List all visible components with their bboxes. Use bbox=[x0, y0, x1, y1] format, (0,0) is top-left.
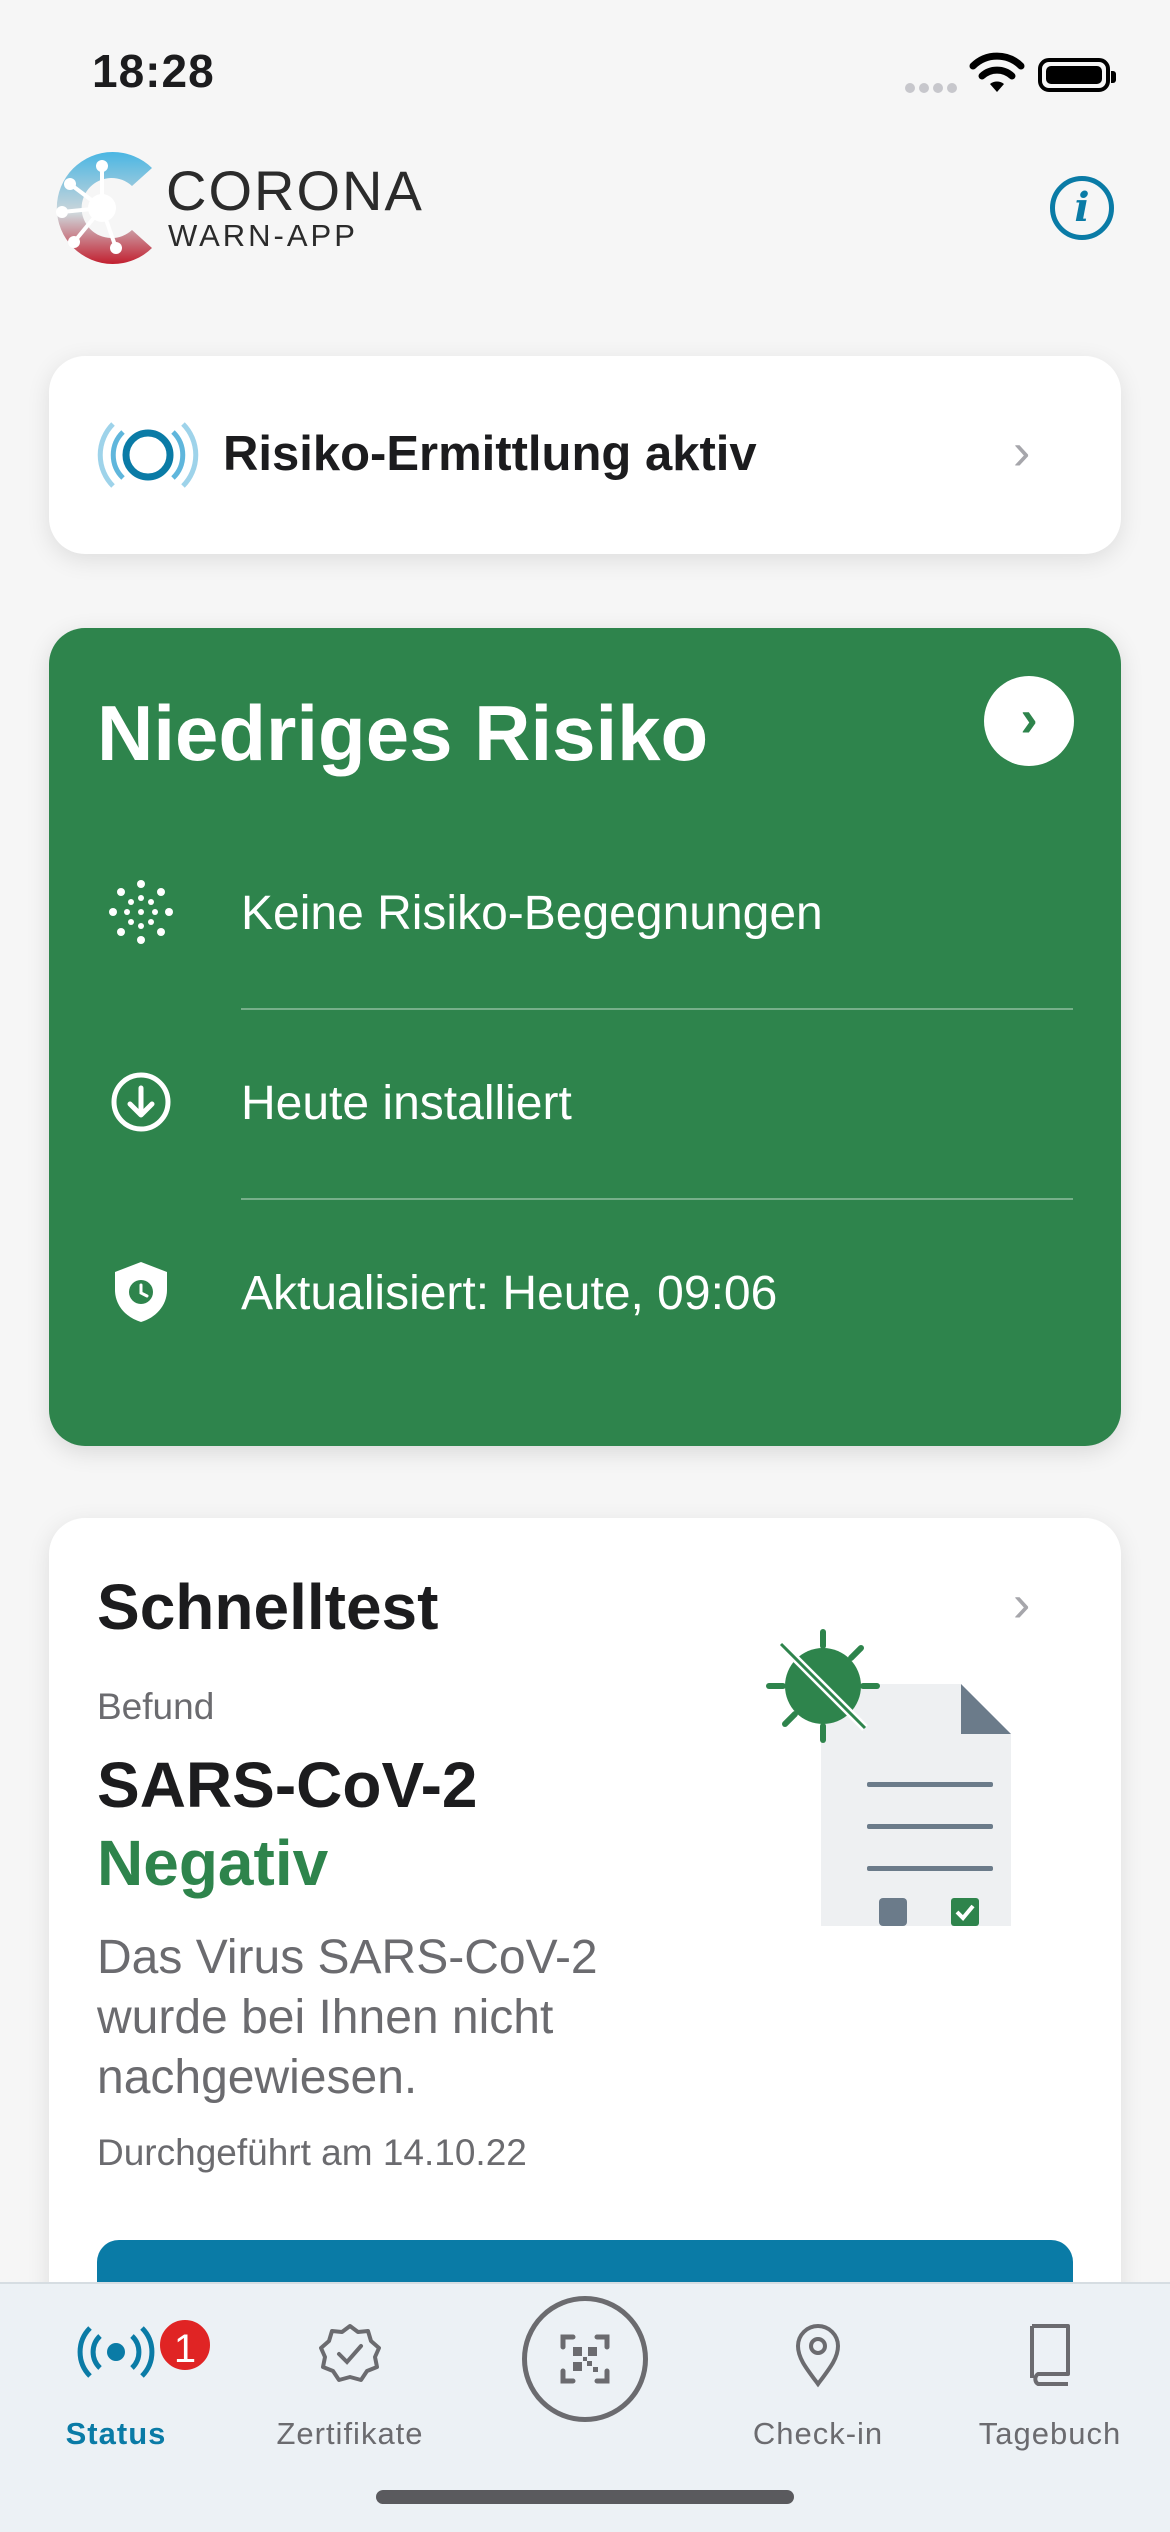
tab-label: Tagebuch bbox=[978, 2416, 1122, 2451]
risk-row-text: Aktualisiert: Heute, 09:06 bbox=[241, 1267, 778, 1320]
tracing-icon bbox=[77, 2326, 155, 2378]
risk-detection-label: Risiko-Ermittlung aktiv bbox=[223, 427, 757, 481]
shield-clock-icon bbox=[115, 1262, 167, 1322]
book-icon bbox=[1030, 2324, 1070, 2386]
risk-title: Niedriges Risiko bbox=[97, 689, 709, 777]
risk-details-button[interactable]: › bbox=[984, 676, 1074, 766]
certificate-icon bbox=[319, 2324, 381, 2382]
qr-scan-button[interactable] bbox=[522, 2296, 648, 2422]
status-time: 18:28 bbox=[92, 45, 215, 97]
location-pin-icon bbox=[795, 2324, 841, 2388]
qr-scan-icon bbox=[560, 2334, 610, 2384]
app-header: CORONA WARN-APP i bbox=[0, 140, 1170, 280]
chevron-right-icon: › bbox=[1013, 423, 1031, 481]
notification-badge: 1 bbox=[156, 2316, 214, 2374]
tab-status[interactable]: 1 Status bbox=[16, 2304, 216, 2454]
logo-subtitle: WARN-APP bbox=[168, 218, 358, 253]
test-befund-label: Befund bbox=[97, 1686, 215, 1727]
tab-tagebuch[interactable]: Tagebuch bbox=[950, 2304, 1150, 2454]
risk-row-installed: Heute installiert bbox=[49, 1010, 1121, 1200]
tab-label: Zertifikate bbox=[276, 2416, 424, 2451]
risk-row-text: Keine Risiko-Begegnungen bbox=[241, 887, 823, 940]
test-title: Schnelltest bbox=[97, 1571, 439, 1643]
test-document-illustration-icon bbox=[766, 1629, 1011, 1926]
tab-check-in[interactable]: Check-in bbox=[718, 2304, 918, 2454]
tab-label: Status bbox=[65, 2416, 167, 2451]
risk-detection-card[interactable]: Risiko-Ermittlung aktiv › bbox=[49, 356, 1121, 554]
tab-zertifikate[interactable]: Zertifikate bbox=[250, 2304, 450, 2454]
corona-warn-app-logo-icon bbox=[56, 152, 152, 264]
chevron-right-icon: › bbox=[1013, 1575, 1031, 1633]
virus-dots-icon bbox=[109, 880, 173, 944]
tab-label: Check-in bbox=[752, 2416, 884, 2451]
risk-status-card[interactable]: Niedriges Risiko › Keine Risiko-Begegnun… bbox=[49, 628, 1121, 1446]
logo-title: CORONA bbox=[166, 159, 424, 222]
status-bar: 18:28 bbox=[0, 0, 1170, 140]
test-name: SARS-CoV-2 bbox=[97, 1749, 478, 1821]
signal-icon bbox=[905, 80, 961, 93]
home-indicator bbox=[376, 2490, 794, 2504]
test-description: Das Virus SARS-CoV-2 wurde bei Ihnen nic… bbox=[97, 1931, 598, 2104]
risk-row-text: Heute installiert bbox=[241, 1077, 572, 1130]
risk-row-updated: Aktualisiert: Heute, 09:06 bbox=[49, 1200, 1121, 1390]
test-date: Durchgeführt am 14.10.22 bbox=[97, 2132, 527, 2173]
risk-row-encounters: Keine Risiko-Begegnungen bbox=[49, 820, 1121, 1010]
test-result: Negativ bbox=[97, 1827, 329, 1899]
download-circle-icon bbox=[111, 1072, 171, 1132]
tracing-active-icon bbox=[97, 422, 199, 488]
battery-icon bbox=[1038, 58, 1116, 92]
info-icon[interactable]: i bbox=[1050, 176, 1114, 240]
wifi-icon bbox=[969, 52, 1025, 92]
